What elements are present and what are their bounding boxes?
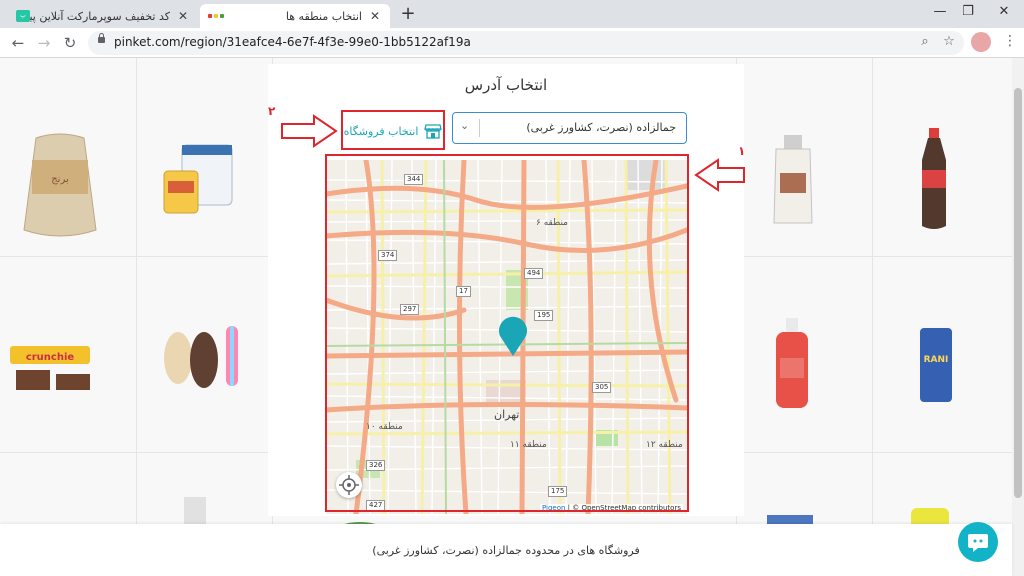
annotation-number-1: ۱: [738, 144, 746, 158]
annotation-arrow-left-icon: [694, 158, 745, 192]
pinket-favicon-icon: پ: [16, 10, 30, 22]
close-tab-icon[interactable]: ✕: [176, 9, 190, 23]
tab-bar: پ کد تخفیف سوپرمارکت آنلاین پینکت ✕ انتخ…: [0, 0, 1024, 28]
tab-title: انتخاب منطقه ها: [285, 9, 362, 23]
avatar[interactable]: [971, 32, 991, 52]
page-title: انتخاب آدرس: [464, 76, 548, 94]
new-tab-button[interactable]: +: [398, 4, 418, 24]
annotation-box-store: [341, 110, 445, 150]
scrollbar-thumb[interactable]: [1014, 88, 1022, 498]
annotation-number-2: ۲: [268, 104, 276, 118]
region-select[interactable]: جمالزاده (نصرت، کشاورز غربی) ⌄: [452, 112, 687, 144]
select-separator: [479, 119, 480, 137]
footer-text: فروشگاه های در محدوده جمالزاده (نصرت، کش…: [372, 544, 640, 557]
region-select-value: جمالزاده (نصرت، کشاورز غربی): [526, 121, 676, 134]
chat-button[interactable]: [958, 522, 998, 562]
chat-icon: [968, 534, 988, 552]
annotation-arrow-right-icon: [281, 114, 338, 148]
tab-region[interactable]: انتخاب منطقه ها ✕: [200, 4, 390, 28]
region-favicon-icon: [208, 14, 224, 18]
url-text: pinket.com/region/31eafce4-6e7f-4f3e-99e…: [114, 35, 471, 49]
minimize-icon[interactable]: —: [930, 4, 950, 20]
page-content: برنج crunchie RANI انتخاب آدرس جمالزاده …: [0, 58, 1012, 576]
tab-pinket[interactable]: پ کد تخفیف سوپرمارکت آنلاین پینکت ✕: [8, 4, 198, 28]
reload-icon[interactable]: ↻: [60, 33, 80, 53]
address-bar[interactable]: pinket.com/region/31eafce4-6e7f-4f3e-99e…: [88, 31, 964, 55]
back-icon[interactable]: ←: [8, 33, 28, 53]
menu-icon[interactable]: ⋮: [1003, 34, 1017, 48]
page-scrollbar[interactable]: [1012, 58, 1024, 576]
restore-icon[interactable]: ❐: [958, 4, 978, 20]
close-tab-icon[interactable]: ✕: [368, 9, 382, 23]
forward-icon[interactable]: →: [34, 33, 54, 53]
annotation-box-map: [325, 154, 689, 512]
chevron-down-icon[interactable]: ⌄: [460, 119, 469, 132]
zoom-icon[interactable]: ⌕: [916, 34, 934, 49]
tab-title: کد تخفیف سوپرمارکت آنلاین پینکت: [30, 9, 170, 23]
footer-bar: فروشگاه های در محدوده جمالزاده (نصرت، کش…: [0, 524, 1012, 576]
close-window-icon[interactable]: ✕: [994, 4, 1014, 20]
star-icon[interactable]: ☆: [940, 34, 958, 49]
browser-toolbar: ← → ↻ pinket.com/region/31eafce4-6e7f-4f…: [0, 28, 1024, 58]
lock-icon: [98, 33, 105, 43]
